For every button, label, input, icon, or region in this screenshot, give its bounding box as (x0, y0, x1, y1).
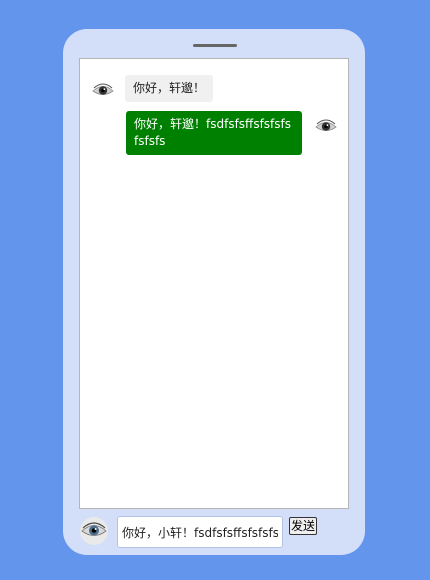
incoming-message: 你好，轩邈！ (125, 75, 214, 102)
chat-screen[interactable]: 你好，轩邈！ 你好，轩邈！fsdfsfsffsfsfsfsfsfsfs (79, 58, 349, 509)
outgoing-message: 你好，轩邈！fsdfsfsffsfsfsfsfsfsfs (126, 111, 302, 155)
eye-icon (80, 517, 108, 545)
contact-avatar (90, 78, 116, 104)
my-avatar (313, 114, 339, 140)
eye-icon (313, 114, 339, 140)
phone-frame: 你好，轩邈！ 你好，轩邈！fsdfsfsffsfsfsfsfsfsfs 发送 (63, 29, 365, 555)
send-button[interactable]: 发送 (289, 517, 318, 535)
eye-icon (90, 78, 116, 104)
phone-speaker (193, 44, 237, 47)
message-input[interactable] (117, 516, 283, 548)
composer-avatar (80, 517, 108, 545)
